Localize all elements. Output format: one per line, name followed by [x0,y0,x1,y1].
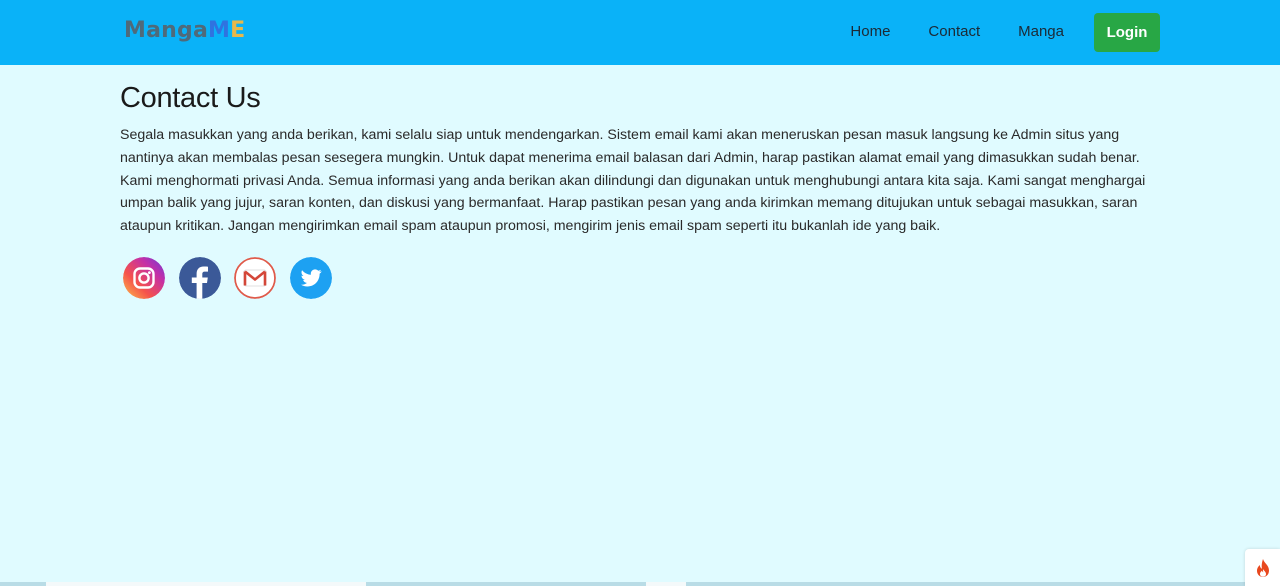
gmail-icon[interactable] [234,257,276,299]
twitter-icon[interactable] [289,256,332,299]
instagram-icon[interactable] [123,256,165,299]
brand-text-m: M [208,18,231,43]
bottom-scrollbar-segment [46,582,366,586]
brand-logo[interactable]: MangaME [124,17,245,45]
brand-text-e: E [230,18,246,43]
contact-description: Segala masukkan yang anda berikan, kami … [120,127,1146,235]
navbar: MangaME Home Contact Manga Login [0,0,1280,65]
contact-section: Contact Us Segala masukkan yang anda ber… [120,80,1162,299]
brand-text-manga: Manga [124,18,208,43]
nav-manga-link[interactable]: Manga [1018,12,1064,52]
page-title: Contact Us [120,82,261,114]
flame-icon [1256,558,1269,577]
bottom-scrollbar-segment [646,582,686,586]
social-links [123,256,1162,299]
nav-contact-link[interactable]: Contact [928,12,980,52]
flame-badge[interactable] [1245,549,1280,586]
login-button[interactable]: Login [1094,12,1160,52]
facebook-icon[interactable] [178,256,221,299]
nav-links: Home Contact Manga Login [850,12,1160,52]
nav-home-link[interactable]: Home [850,12,890,52]
